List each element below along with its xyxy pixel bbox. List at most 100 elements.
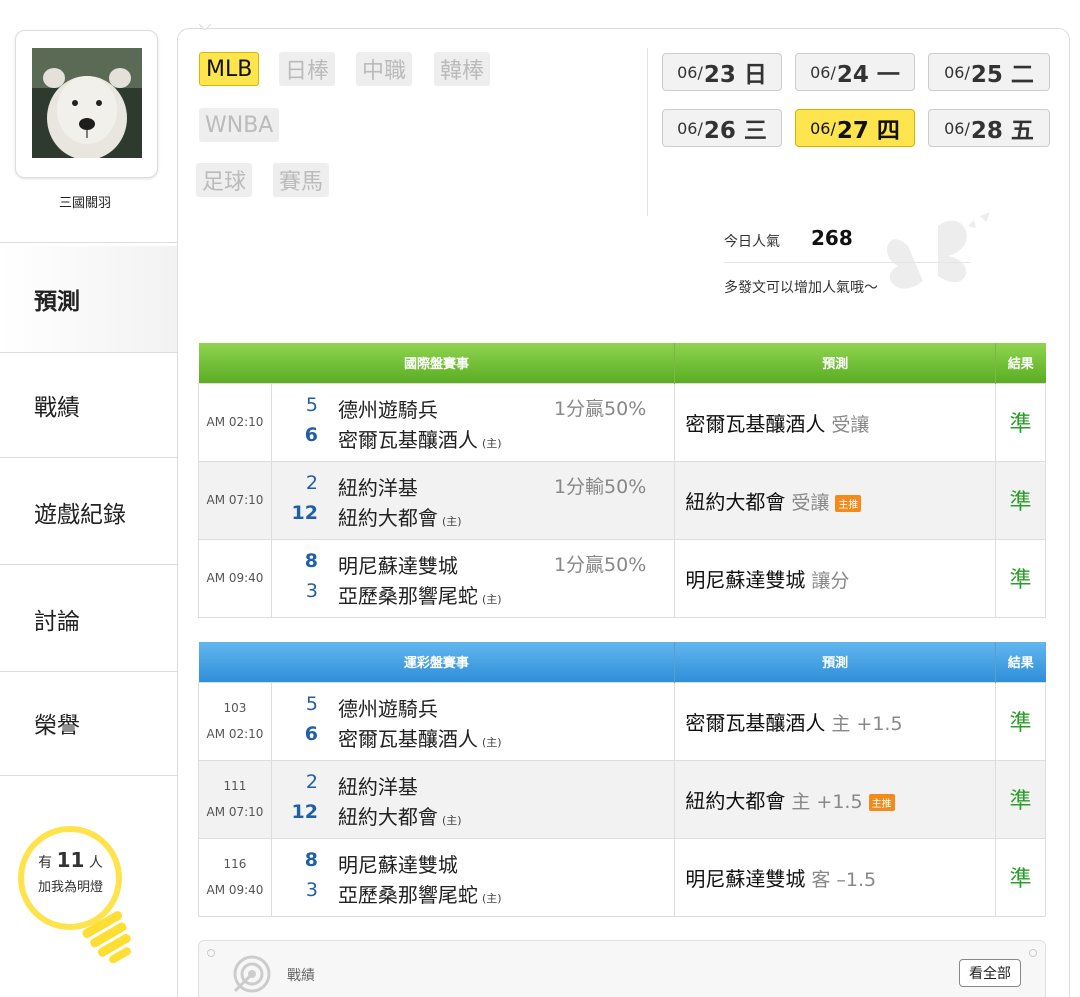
fans-suffix: 人 [88, 855, 103, 871]
date-month: 06/ [677, 118, 703, 138]
record-label: 戰績 [287, 968, 315, 984]
prediction-team: 密爾瓦基釀酒人 [685, 411, 826, 436]
away-team: 紐約洋基 [337, 475, 418, 500]
divider [647, 48, 648, 216]
match-teams[interactable]: 5 德州遊騎兵 1分贏50% 6 密爾瓦基釀酒人 (主) [270, 382, 676, 462]
nav-item-record[interactable]: 戰績 [0, 352, 180, 458]
prediction: 密爾瓦基釀酒人 受讓 [674, 382, 996, 462]
date-0624[interactable]: 06/24 一 [795, 53, 915, 91]
butterfly-decoration [887, 212, 990, 289]
date-month: 06/ [810, 118, 836, 138]
league-tab-label: MLB [206, 56, 253, 82]
league-tab-mlb[interactable]: MLB [199, 52, 260, 86]
away-score: 8 [304, 848, 318, 871]
league-tab-soccer[interactable]: 足球 [196, 163, 253, 197]
result: 準 [995, 382, 1046, 462]
handicap-result: 1分贏50% [553, 553, 647, 576]
date-day: 24 一 [836, 62, 900, 88]
host-mark: (主) [441, 813, 462, 827]
prediction-side: 受讓 [831, 413, 870, 436]
panel-notch [199, 24, 211, 30]
column-header: 結果 [995, 343, 1046, 383]
fans-count: 有 11 人 [18, 848, 123, 872]
result: 準 [995, 837, 1046, 917]
away-score: 2 [305, 770, 318, 793]
match-teams[interactable]: 5 德州遊騎兵 6 密爾瓦基釀酒人 (主) [270, 681, 676, 761]
prediction: 明尼蘇達雙城 讓分 [674, 538, 996, 618]
host-mark: (主) [481, 436, 502, 450]
league-tab-npb[interactable]: 日棒 [279, 52, 336, 86]
prediction-team: 紐約大都會 [685, 788, 786, 813]
league-tab-kbo[interactable]: 韓棒 [434, 52, 491, 86]
avatar[interactable] [32, 48, 142, 158]
match-clock: AM 02:10 [206, 727, 264, 741]
nav-item-discussion[interactable]: 討論 [0, 566, 180, 672]
fans-action[interactable]: 加我為明燈 [18, 876, 123, 895]
prediction-side: 主 +1.5 [791, 790, 863, 813]
table-row[interactable]: 103 AM 02:10 5 德州遊騎兵 6 密爾瓦基釀酒人 (主) 密爾瓦基釀酒人… [198, 681, 1046, 761]
featured-badge: 主推 [835, 494, 862, 512]
nav-item-honor[interactable]: 榮譽 [0, 670, 180, 776]
league-tab-label: 賽馬 [279, 170, 324, 195]
corner-dot [207, 949, 215, 957]
nav-item-label: 遊戲紀錄 [34, 501, 126, 528]
match-teams[interactable]: 2 紐約洋基 12 紐約大都會 (主) [270, 759, 676, 839]
corner-dot [1029, 949, 1037, 957]
nav-item-game-log[interactable]: 遊戲紀錄 [0, 459, 180, 565]
date-day: 27 四 [836, 118, 900, 144]
record-panel: 戰績 看全部 [198, 940, 1046, 997]
league-tab-horse-racing[interactable]: 賽馬 [273, 163, 330, 197]
sidebar: 三國關羽 預測 戰績 遊戲紀錄 討論 榮譽 有 11 人 加我為明燈 [0, 0, 180, 997]
home-team-name: 紐約大都會 [337, 804, 438, 829]
date-month: 06/ [810, 62, 836, 82]
result: 準 [995, 681, 1046, 761]
match-number: 103 [223, 701, 247, 715]
league-tab-wnba[interactable]: WNBA [199, 108, 280, 142]
league-tab-cpbl[interactable]: 中職 [356, 52, 413, 86]
home-score: 12 [291, 501, 318, 524]
date-day: 26 三 [703, 118, 767, 144]
international-table: 國際盤賽事 預測 結果 AM 02:10 5 德州遊騎兵 1分贏50% 6 密爾… [198, 343, 1046, 618]
date-day: 25 二 [970, 62, 1034, 88]
table-row[interactable]: AM 09:40 8 明尼蘇達雙城 1分贏50% 3 亞歷桑那響尾蛇 (主) 明尼… [198, 538, 1046, 618]
match-time: 103 AM 02:10 [198, 681, 272, 761]
away-team: 德州遊騎兵 [337, 696, 438, 721]
prediction-side: 受讓 [791, 491, 830, 514]
date-0628[interactable]: 06/28 五 [928, 109, 1050, 147]
prediction-team: 明尼蘇達雙城 [685, 866, 806, 891]
date-0625[interactable]: 06/25 二 [928, 53, 1050, 91]
table-row[interactable]: AM 02:10 5 德州遊騎兵 1分贏50% 6 密爾瓦基釀酒人 (主) 密爾瓦… [198, 382, 1046, 462]
match-teams[interactable]: 2 紐約洋基 1分輸50% 12 紐約大都會 (主) [270, 460, 676, 540]
match-teams[interactable]: 8 明尼蘇達雙城 3 亞歷桑那響尾蛇 (主) [270, 837, 676, 917]
nav-item-label: 榮譽 [34, 712, 80, 739]
away-team: 明尼蘇達雙城 [337, 852, 458, 877]
handicap-result: 1分贏50% [553, 397, 647, 420]
result: 準 [995, 759, 1046, 839]
match-teams[interactable]: 8 明尼蘇達雙城 1分贏50% 3 亞歷桑那響尾蛇 (主) [270, 538, 676, 618]
match-clock: AM 07:10 [206, 805, 264, 819]
nav-item-label: 討論 [34, 608, 80, 635]
home-team: 紐約大都會 (主) [338, 801, 462, 830]
table-row[interactable]: 111 AM 07:10 2 紐約洋基 12 紐約大都會 (主) 紐約大都會主 +1… [198, 759, 1046, 839]
table-row[interactable]: 116 AM 09:40 8 明尼蘇達雙城 3 亞歷桑那響尾蛇 (主) 明尼蘇達雙城… [198, 837, 1046, 917]
date-0626[interactable]: 06/26 三 [662, 109, 782, 147]
host-mark: (主) [481, 735, 502, 749]
view-all-button[interactable]: 看全部 [959, 959, 1021, 987]
home-team: 紐約大都會 (主) [338, 502, 462, 531]
table-row[interactable]: AM 07:10 2 紐約洋基 1分輸50% 12 紐約大都會 (主) 紐約大都會… [198, 460, 1046, 540]
date-day: 28 五 [970, 118, 1034, 144]
date-0627[interactable]: 06/27 四 [795, 109, 915, 147]
match-time: 111 AM 07:10 [198, 759, 272, 839]
nav-item-predict[interactable]: 預測 [0, 246, 180, 352]
date-0623[interactable]: 06/23 日 [662, 53, 782, 91]
home-score: 12 [291, 800, 318, 823]
result: 準 [995, 460, 1046, 540]
home-team: 亞歷桑那響尾蛇 (主) [338, 580, 502, 609]
prediction-team: 紐約大都會 [685, 489, 786, 514]
column-header: 預測 [674, 343, 996, 383]
prediction-team: 明尼蘇達雙城 [685, 567, 806, 592]
avatar-card[interactable] [15, 30, 158, 178]
column-header: 預測 [674, 642, 996, 682]
column-header: 結果 [995, 642, 1046, 682]
home-team: 亞歷桑那響尾蛇 (主) [338, 879, 502, 908]
